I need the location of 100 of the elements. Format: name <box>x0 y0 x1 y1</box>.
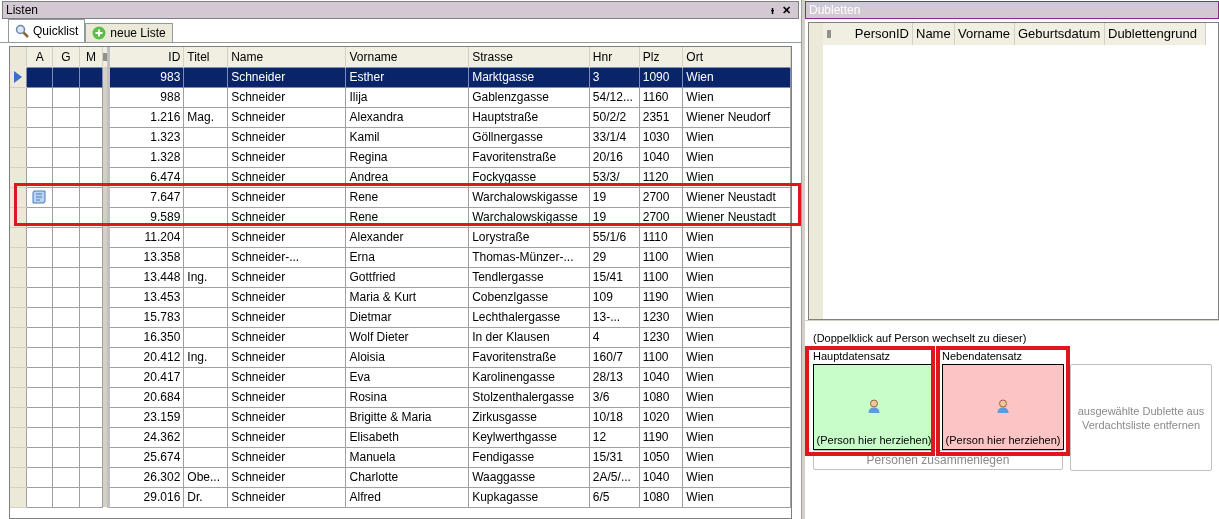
column-header[interactable]: M <box>79 47 103 67</box>
column-header[interactable]: Name <box>227 47 346 67</box>
table-row[interactable]: 11.204 Schneider Alexander Lorystraße 55/1/6 1110 Wien <box>10 227 791 247</box>
table-row[interactable]: 13.358 Schneider-... Erna Thomas-Münzer-... 29 1100 Wien <box>10 247 791 267</box>
table-cell: Gottfried <box>345 267 469 287</box>
table-cell: Wiener Neustadt <box>682 207 791 227</box>
table-cell: 53/3/ <box>589 167 640 187</box>
table-cell: Schneider <box>227 107 346 127</box>
table-cell: Karolinengasse <box>468 367 590 387</box>
table-cell: Wolf Dieter <box>345 327 469 347</box>
table-row[interactable]: 7.647 Schneider Rene Warchalowskigasse 19 2700 Wiener Neustadt <box>10 187 791 207</box>
tab[interactable]: Quicklist <box>8 19 86 42</box>
table-cell: Waaggasse <box>468 467 590 487</box>
table-cell: Wien <box>682 347 791 367</box>
table-cell: 1.216 <box>108 107 184 127</box>
table-cell: Schneider <box>227 147 346 167</box>
person-icon <box>996 398 1010 413</box>
tab[interactable]: neue Liste <box>85 23 173 42</box>
table-cell: Ing. <box>183 267 228 287</box>
table-row[interactable]: 988 Schneider Ilija Gablenzgasse 54/12... 1160 Wien <box>10 87 791 107</box>
column-header[interactable]: Titel <box>183 47 228 67</box>
table-cell: Rene <box>345 187 469 207</box>
table-row[interactable]: 16.350 Schneider Wolf Dieter In der Klausen 4 1230 Wien <box>10 327 791 347</box>
table-row[interactable]: 13.453 Schneider Maria & Kurt Cobenzlgasse 109 1190 Wien <box>10 287 791 307</box>
table-cell: Maria & Kurt <box>345 287 469 307</box>
table-row[interactable]: 20.412 Ing. Schneider Aloisia Favoritenstraße 160/7 1100 Wien <box>10 347 791 367</box>
drop-zone[interactable]: (Person hier herziehen) <box>942 364 1064 450</box>
table-cell: 988 <box>108 87 184 107</box>
table-cell: 983 <box>108 67 184 87</box>
column-chooser-icon[interactable] <box>827 30 831 38</box>
table-cell: Wien <box>682 227 791 247</box>
table-cell: Schneider <box>227 127 346 147</box>
column-header[interactable]: Hnr <box>589 47 640 67</box>
column-header[interactable]: Strasse <box>468 47 590 67</box>
table-row[interactable]: 25.674 Schneider Manuela Fendigasse 15/31 1050 Wien <box>10 447 791 467</box>
table-cell: Hauptstraße <box>468 107 590 127</box>
table-cell: Schneider <box>227 387 346 407</box>
table-cell: 2A/5/... <box>589 467 640 487</box>
table-cell: 6/5 <box>589 487 640 507</box>
table-cell: 160/7 <box>589 347 640 367</box>
table-cell: Keylwerthgasse <box>468 427 590 447</box>
person-icon <box>867 398 881 413</box>
table-cell: Wien <box>682 287 791 307</box>
table-cell: Wien <box>682 447 791 467</box>
table-cell: Schneider <box>227 287 346 307</box>
table-cell: 9.589 <box>108 207 184 227</box>
table-cell: Marktgasse <box>468 67 590 87</box>
table-cell: 15.783 <box>108 307 184 327</box>
table-cell: Ing. <box>183 347 228 367</box>
table-cell: 15/41 <box>589 267 640 287</box>
table-row[interactable]: 1.323 Schneider Kamil Göllnergasse 33/1/4 1030 Wien <box>10 127 791 147</box>
table-row[interactable]: 20.684 Schneider Rosina Stolzenthalergasse 3/6 1080 Wien <box>10 387 791 407</box>
table-cell: Schneider <box>227 347 346 367</box>
table-cell: 1190 <box>639 427 683 447</box>
table-row[interactable]: 13.448 Ing. Schneider Gottfried Tendlergasse 15/41 1100 Wien <box>10 267 791 287</box>
table-cell: Rene <box>345 207 469 227</box>
column-header[interactable]: A <box>26 47 53 67</box>
column-header[interactable]: PersonID <box>835 23 913 45</box>
table-cell: Tendlergasse <box>468 267 590 287</box>
close-button[interactable]: ✕ <box>778 1 795 19</box>
table-row[interactable]: 1.216 Mag. Schneider Alexandra Hauptstraße 50/2/2 2351 Wiener Neudorf <box>10 107 791 127</box>
table-cell: 109 <box>589 287 640 307</box>
table-cell: Schneider <box>227 447 346 467</box>
table-cell: 13.358 <box>108 247 184 267</box>
table-cell: Favoritenstraße <box>468 147 590 167</box>
column-header[interactable]: Vorname <box>955 23 1015 45</box>
table-row[interactable]: 29.016 Dr. Schneider Alfred Kupkagasse 6/5 1080 Wien <box>10 487 791 507</box>
column-header[interactable]: ID <box>108 47 184 67</box>
table-cell: 3/6 <box>589 387 640 407</box>
table-cell: Stolzenthalergasse <box>468 387 590 407</box>
table-cell: 29 <box>589 247 640 267</box>
table-row[interactable]: 26.302 Obe... Schneider Charlotte Waaggasse 2A/5/... 1040 Wien <box>10 467 791 487</box>
pin-button[interactable]: ᵼ <box>766 1 778 19</box>
column-header[interactable]: Plz <box>639 47 683 67</box>
note-icon[interactable] <box>31 189 48 205</box>
table-cell: Wien <box>682 147 791 167</box>
table-cell: Lorystraße <box>468 227 590 247</box>
table-cell: 1230 <box>639 307 683 327</box>
table-cell: 12 <box>589 427 640 447</box>
column-header[interactable]: Name <box>913 23 955 45</box>
table-row[interactable]: 23.159 Schneider Brigitte & Maria Zirkusgasse 10/18 1020 Wien <box>10 407 791 427</box>
table-row[interactable]: 20.417 Schneider Eva Karolinengasse 28/13 1040 Wien <box>10 367 791 387</box>
table-cell: 50/2/2 <box>589 107 640 127</box>
table-cell: Schneider <box>227 227 346 247</box>
column-header[interactable]: Ort <box>682 47 791 67</box>
table-cell: Wien <box>682 467 791 487</box>
add-icon <box>92 26 107 40</box>
table-cell: Kupkagasse <box>468 487 590 507</box>
table-row[interactable]: 15.783 Schneider Dietmar Lechthalergasse 13-... 1230 Wien <box>10 307 791 327</box>
column-chooser-icon[interactable] <box>103 53 108 61</box>
column-header[interactable]: G <box>52 47 80 67</box>
table-cell: 20.684 <box>108 387 184 407</box>
column-header[interactable]: Dublettengrund <box>1105 23 1206 45</box>
table-cell: 54/12... <box>589 87 640 107</box>
column-header[interactable]: Vorname <box>345 47 469 67</box>
table-row[interactable]: 24.362 Schneider Elisabeth Keylwerthgasse 12 1190 Wien <box>10 427 791 447</box>
table-row[interactable]: 983 Schneider Esther Marktgasse 3 1090 Wien <box>10 67 791 87</box>
table-row[interactable]: 1.328 Schneider Regina Favoritenstraße 20/16 1040 Wien <box>10 147 791 167</box>
table-cell: Schneider-... <box>227 247 346 267</box>
column-header[interactable]: Geburtsdatum <box>1015 23 1105 45</box>
